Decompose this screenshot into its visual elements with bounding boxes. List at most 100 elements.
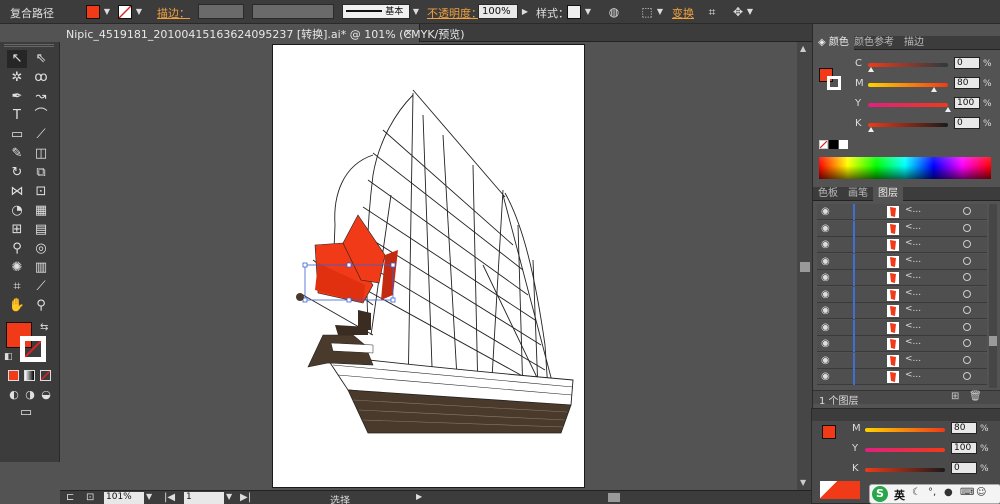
pencil-tool-icon[interactable]: ✎ [7,145,27,163]
perspective-grid-tool-icon[interactable]: ▦ [31,202,51,220]
eye-icon[interactable]: ◉ [821,355,830,366]
vertical-scroll-thumb[interactable] [800,262,810,272]
first-artboard-icon[interactable]: |◀ [164,492,175,503]
stroke-color-box[interactable] [20,336,46,362]
floating-m-value[interactable]: 80 [951,422,977,434]
artboard-number-field[interactable]: 1 [184,492,224,504]
draw-inside-icon[interactable]: ◒ [36,386,56,404]
hand-tool-icon[interactable]: ✋ [7,297,27,315]
layer-row[interactable]: ◉ <... [817,204,987,220]
channel-k-value[interactable]: 0 [954,117,980,129]
opacity-label[interactable]: 不透明度： [427,5,482,21]
target-icon[interactable] [963,372,971,380]
eyedropper-tool-icon[interactable]: ⚲ [7,240,27,258]
channel-c-knob[interactable] [868,67,874,72]
stroke-dropdown-icon[interactable]: ▼ [134,5,144,19]
tools-grip[interactable] [4,44,54,47]
magic-wand-tool-icon[interactable]: ✲ [7,69,27,87]
status-nav-icon[interactable]: ⊏ [66,492,74,503]
ime-moon-icon[interactable]: ☾ [912,487,921,498]
floating-fill-swatch[interactable] [822,425,836,439]
layer-row[interactable]: ◉ <... [817,369,987,385]
eye-icon[interactable]: ◉ [821,223,830,234]
tab-layers[interactable]: 图层 [873,187,903,201]
zoom-field[interactable]: 101% [104,492,144,504]
stroke-label[interactable]: 描边： [157,5,190,21]
channel-m-knob[interactable] [931,87,937,92]
opacity-field[interactable]: 100% [478,4,518,19]
next-artboard-icon[interactable]: ▶| [240,492,251,503]
channel-y-slider[interactable] [868,103,948,107]
column-graph-tool-icon[interactable]: ▥ [31,259,51,277]
rotate-tool-icon[interactable]: ↻ [7,164,27,182]
scale-tool-icon[interactable]: ⧉ [31,164,51,182]
eye-icon[interactable]: ◉ [821,239,830,250]
eye-icon[interactable]: ◉ [821,289,830,300]
target-icon[interactable] [963,289,971,298]
gradient-mode-icon[interactable] [24,370,35,381]
target-icon[interactable] [963,207,971,215]
pen-tool-icon[interactable]: ✒ [7,88,27,106]
style-dropdown-icon[interactable]: ▼ [583,5,593,19]
eraser-tool-icon[interactable]: ◫ [31,145,51,163]
scroll-down-icon[interactable]: ▼ [800,478,806,487]
target-icon[interactable] [963,306,971,314]
channel-y-value[interactable]: 100 [954,97,980,109]
layers-scroll-thumb[interactable] [989,336,997,346]
channel-k-knob[interactable] [868,127,874,132]
status-menu-icon[interactable]: ▶ [416,492,422,501]
floating-y-slider[interactable] [865,448,945,452]
ime-keyboard-icon[interactable]: ⌨ [960,487,974,498]
close-tab-icon[interactable]: × [404,26,413,39]
symbol-sprayer-tool-icon[interactable]: ✺ [7,259,27,277]
tab-swatches[interactable]: 色板 [813,187,843,201]
ime-punct-icon[interactable]: °, [928,487,936,498]
eye-icon[interactable]: ◉ [821,256,830,267]
curvature-tool-icon[interactable]: ↝ [31,88,51,106]
swap-colors-icon[interactable]: ⇆ [40,322,48,333]
screen-mode-icon[interactable]: ▭ [16,404,36,422]
stroke-swatch[interactable] [118,5,132,19]
isolate-icon[interactable]: ⌗ [703,3,721,21]
transform-label[interactable]: 变换 [672,5,694,21]
layer-row[interactable]: ◉ <... [817,319,987,336]
channel-c-value[interactable]: 0 [954,57,980,69]
width-tool-icon[interactable]: ⋈ [7,183,27,201]
ime-logo[interactable]: S [872,486,888,502]
layer-row[interactable]: ◉ <... [817,253,987,270]
tab-brushes[interactable]: 画笔 [843,187,873,201]
floating-m-slider[interactable] [865,428,945,432]
layers-scrollbar[interactable] [989,204,997,388]
target-icon[interactable] [963,322,971,331]
channel-c-slider[interactable] [868,63,948,67]
stroke-weight-field[interactable] [198,4,244,19]
layer-row[interactable]: ◉ <... [817,237,987,253]
rectangle-tool-icon[interactable]: ▭ [7,126,27,144]
ship-illustration[interactable] [273,45,586,489]
horizontal-scroll-thumb[interactable] [608,493,620,502]
type-tool-icon[interactable]: T [7,107,27,125]
layer-row[interactable]: ◉ <... [817,352,987,369]
scroll-up-icon[interactable]: ▲ [800,44,806,53]
artboard[interactable] [272,44,585,488]
status-page-icon[interactable]: ⊡ [86,492,94,503]
mesh-tool-icon[interactable]: ⊞ [7,221,27,239]
floating-y-value[interactable]: 100 [951,442,977,454]
paintbrush-tool-icon[interactable]: ⟋ [31,126,51,144]
tab-color[interactable]: ◈ 颜色 [813,36,854,50]
ime-language[interactable]: 英 [894,487,905,503]
none-mode-icon[interactable] [40,370,51,381]
free-transform-tool-icon[interactable]: ⊡ [31,183,51,201]
target-icon[interactable] [963,355,971,364]
floating-spectrum-preview[interactable] [820,481,860,499]
delete-layer-icon[interactable]: 🗑 [969,391,982,402]
zoom-tool-icon[interactable]: ⚲ [31,297,51,315]
layer-row[interactable]: ◉ <... [817,303,987,319]
new-layer-icon[interactable]: ⊞ [951,391,959,402]
channel-m-value[interactable]: 80 [954,77,980,89]
brush-definition[interactable]: 基本 [342,4,410,19]
target-icon[interactable] [963,339,971,347]
color-spectrum[interactable] [819,157,991,179]
fill-swatch[interactable] [86,5,100,19]
eye-icon[interactable]: ◉ [821,371,830,382]
